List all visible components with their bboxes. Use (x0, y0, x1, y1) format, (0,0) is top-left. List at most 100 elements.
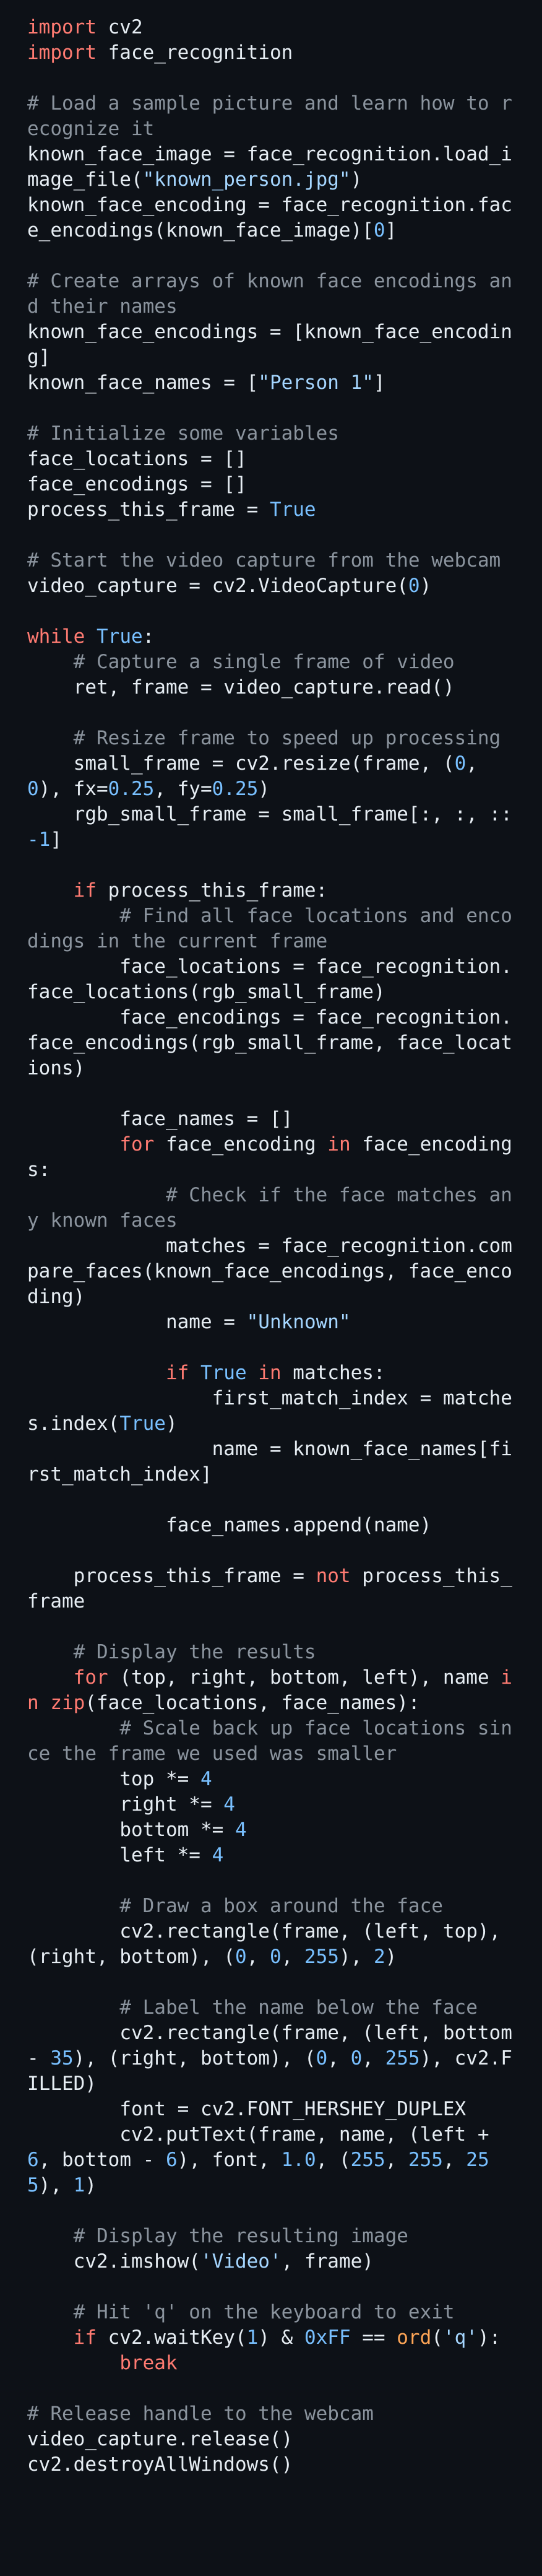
code-text: ), font, (177, 2149, 282, 2171)
code-text: : (142, 625, 155, 648)
code-line: # Draw a box around the face (27, 1894, 515, 1919)
code-text: ] (373, 372, 385, 394)
code-text: , (442, 2149, 467, 2171)
code-text: , bottom - (38, 2149, 166, 2171)
code-text: face_locations = [] (27, 448, 247, 470)
code-text: video_capture = cv2.VideoCapture( (27, 575, 408, 597)
comment: # Initialize some variables (27, 422, 339, 445)
code-text: (face_locations, face_names): (85, 1692, 420, 1714)
number-literal: 4 (234, 1819, 247, 1841)
number-literal: 0 (454, 752, 467, 775)
code-line: name = "Unknown" (27, 1310, 515, 1335)
comment: # Create arrays of known face encodings … (27, 270, 512, 318)
code-text: ( (431, 2326, 443, 2349)
code-text: ) & (258, 2326, 304, 2349)
code-line: cv2.rectangle(frame, (left, top), (right… (27, 1919, 515, 1970)
number-literal: True (97, 625, 143, 648)
comment: # Start the video capture from the webca… (27, 549, 501, 572)
number-literal: 0xFF (304, 2326, 351, 2349)
number-literal: 0.25 (108, 778, 155, 800)
code-line: top *= 4 (27, 1767, 515, 1792)
code-line: # Start the video capture from the webca… (27, 548, 515, 573)
keyword: if (73, 2326, 97, 2349)
code-text: , frame) (281, 2250, 374, 2273)
code-text: process_this_frame = (27, 1565, 316, 1587)
code-text: ) (419, 575, 432, 597)
code-text: ) (85, 2174, 97, 2196)
number-literal: 6 (165, 2149, 178, 2171)
code-panel[interactable]: import cv2import face_recognition​# Load… (0, 0, 542, 2576)
code-line: cv2.rectangle(frame, (left, bottom - 35)… (27, 2021, 515, 2097)
code-text: ), (338, 1946, 374, 1968)
code-text: font = cv2.FONT_HERSHEY_DUPLEX (27, 2098, 467, 2120)
code-line: ​ (27, 523, 515, 548)
code-text: face_encodings = [] (27, 473, 247, 495)
code-text: face_encodings = face_recognition.face_e… (27, 1006, 512, 1079)
keyword: for (119, 1133, 155, 1155)
keyword: import (27, 16, 97, 38)
keyword: if (165, 1362, 189, 1384)
code-line: cv2.imshow('Video', frame) (27, 2249, 515, 2274)
number-literal: 0 (234, 1946, 247, 1968)
code-line: left *= 4 (27, 1843, 515, 1868)
number-literal: -1 (27, 829, 51, 851)
code-line: ​ (27, 2274, 515, 2300)
code-text: (top, right, bottom, left), name (108, 1666, 501, 1689)
code-line: ​ (27, 2198, 515, 2224)
code-line: for (top, right, bottom, left), name in … (27, 1665, 515, 1716)
code-line: if cv2.waitKey(1) & 0xFF == ord('q'): (27, 2325, 515, 2351)
code-line: ​ (27, 243, 515, 269)
code-line: import cv2 (27, 15, 515, 40)
code-text: , (466, 752, 489, 775)
code-line: matches = face_recognition.compare_faces… (27, 1234, 515, 1310)
number-literal: 0 (373, 219, 385, 242)
string-literal: "Person 1" (258, 372, 374, 394)
code-line: bottom *= 4 (27, 1817, 515, 1843)
code-line: face_encodings = face_recognition.face_e… (27, 1005, 515, 1081)
code-line: ​ (27, 1868, 515, 1894)
code-text: rgb_small_frame = small_frame[:, :, :: (27, 803, 512, 825)
keyword: if (73, 879, 97, 902)
code-line: # Scale back up face locations since the… (27, 1716, 515, 1767)
code-line: # Load a sample picture and learn how to… (27, 91, 515, 142)
code-text: ) (258, 778, 270, 800)
number-literal: 0 (27, 778, 39, 800)
code-line: video_capture = cv2.VideoCapture(0) (27, 573, 515, 599)
number-literal: 6 (27, 2149, 39, 2171)
code-line: known_face_image = face_recognition.load… (27, 142, 515, 193)
string-literal: 'Video' (200, 2250, 282, 2273)
code-line: rgb_small_frame = small_frame[:, :, ::-1… (27, 802, 515, 853)
code-text: video_capture.release() (27, 2428, 293, 2450)
number-literal: 255 (304, 1946, 339, 1968)
code-block[interactable]: import cv2import face_recognition​# Load… (27, 15, 515, 2478)
code-line: known_face_names = ["Person 1"] (27, 370, 515, 396)
code-line: first_match_index = matches.index(True) (27, 1386, 515, 1437)
code-line: ​ (27, 1487, 515, 1513)
comment: # Hit 'q' on the keyboard to exit (73, 2301, 455, 2323)
code-text: right *= (27, 1793, 224, 1816)
code-line: for face_encoding in face_encodings: (27, 1132, 515, 1183)
code-text: face_names.append(name) (27, 1514, 432, 1536)
code-line: if True in matches: (27, 1360, 515, 1386)
code-line: face_encodings = [] (27, 472, 515, 497)
number-literal: 0.25 (212, 778, 259, 800)
code-line: ​ (27, 1538, 515, 1564)
code-line: known_face_encoding = face_recognition.f… (27, 193, 515, 243)
keyword: break (119, 2352, 178, 2374)
number-literal: 0 (269, 1946, 282, 1968)
string-literal: "Unknown" (246, 1311, 351, 1333)
code-text: ] (50, 829, 62, 851)
code-line: import face_recognition (27, 40, 515, 66)
code-text: , ( (316, 2149, 351, 2171)
code-text: face_locations = face_recognition.face_l… (27, 955, 512, 1003)
keyword: in (327, 1133, 351, 1155)
code-text: matches = face_recognition.compare_faces… (27, 1235, 512, 1308)
code-line: # Label the name below the face (27, 1995, 515, 2021)
number-literal: 4 (223, 1793, 235, 1816)
code-text: ] (385, 219, 397, 242)
code-line: ​ (27, 66, 515, 91)
